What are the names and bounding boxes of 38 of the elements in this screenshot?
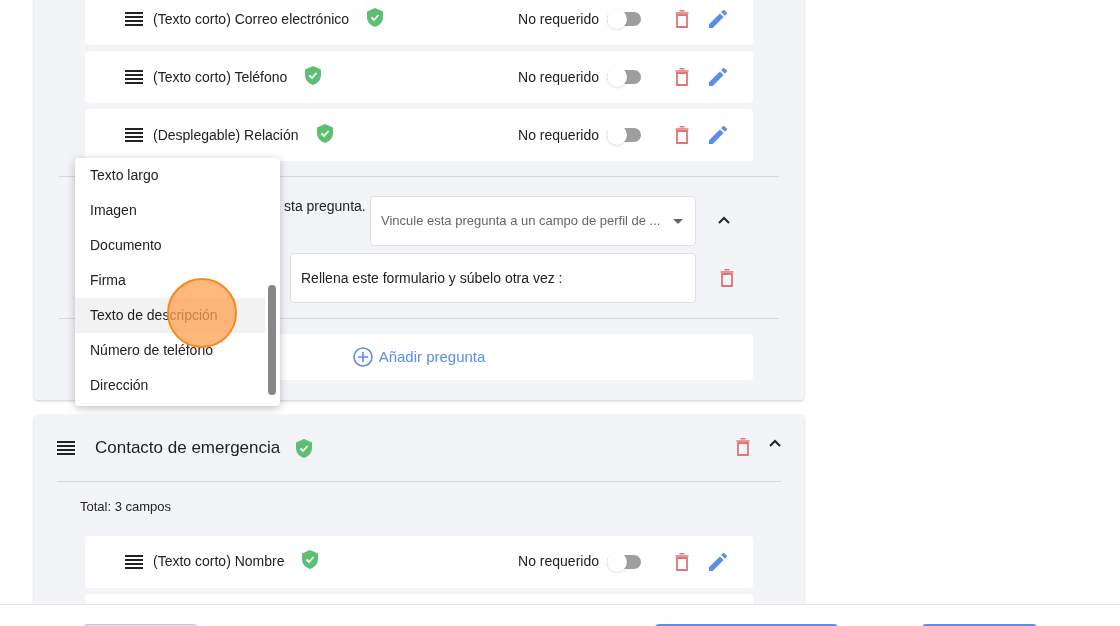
profile-link-select[interactable]: Vincule esta pregunta a un campo de perfil de ... <box>370 196 696 246</box>
description-input[interactable]: Rellena este formulario y súbelo otra vez : <box>290 253 696 303</box>
delete-icon[interactable] <box>675 10 689 28</box>
add-circle-icon <box>352 347 373 367</box>
field-label: (Texto corto) Correo electrónico <box>153 9 350 29</box>
drag-handle-icon[interactable] <box>125 70 143 84</box>
delete-icon[interactable] <box>675 126 689 144</box>
edit-pencil-icon[interactable] <box>709 552 727 571</box>
field-label: (Texto corto) Nombre <box>153 552 285 571</box>
menu-item[interactable]: Texto largo <box>75 158 265 193</box>
drag-handle-icon[interactable] <box>125 554 143 569</box>
chevron-up-icon[interactable] <box>769 439 781 447</box>
field-label: (Desplegable) Relación <box>153 125 299 145</box>
dropdown-caret-icon <box>673 218 683 224</box>
required-label: No requerido <box>518 552 599 571</box>
delete-icon[interactable] <box>736 438 750 456</box>
field-total: Total: 3 campos <box>80 498 173 516</box>
delete-icon[interactable] <box>720 269 734 287</box>
edit-pencil-icon[interactable] <box>709 10 727 28</box>
drag-handle-icon[interactable] <box>125 12 143 26</box>
scrollbar-thumb[interactable] <box>268 285 276 395</box>
question-label: sta pregunta. <box>284 197 367 216</box>
chevron-up-icon[interactable] <box>718 216 730 224</box>
required-toggle[interactable] <box>607 554 641 569</box>
required-label: No requerido <box>518 67 599 87</box>
edit-pencil-icon[interactable] <box>709 68 727 86</box>
edit-pencil-icon[interactable] <box>709 126 727 144</box>
delete-icon[interactable] <box>675 552 689 571</box>
required-label: No requerido <box>518 9 599 29</box>
required-toggle[interactable] <box>607 70 641 84</box>
drag-handle-icon[interactable] <box>57 441 75 455</box>
delete-icon[interactable] <box>675 68 689 86</box>
required-label: No requerido <box>518 125 599 145</box>
required-toggle[interactable] <box>607 128 641 142</box>
required-toggle[interactable] <box>607 12 641 26</box>
drag-handle-icon[interactable] <box>125 128 143 142</box>
section-title: Contacto de emergencia <box>95 437 281 460</box>
field-label: (Texto corto) Teléfono <box>153 67 288 87</box>
